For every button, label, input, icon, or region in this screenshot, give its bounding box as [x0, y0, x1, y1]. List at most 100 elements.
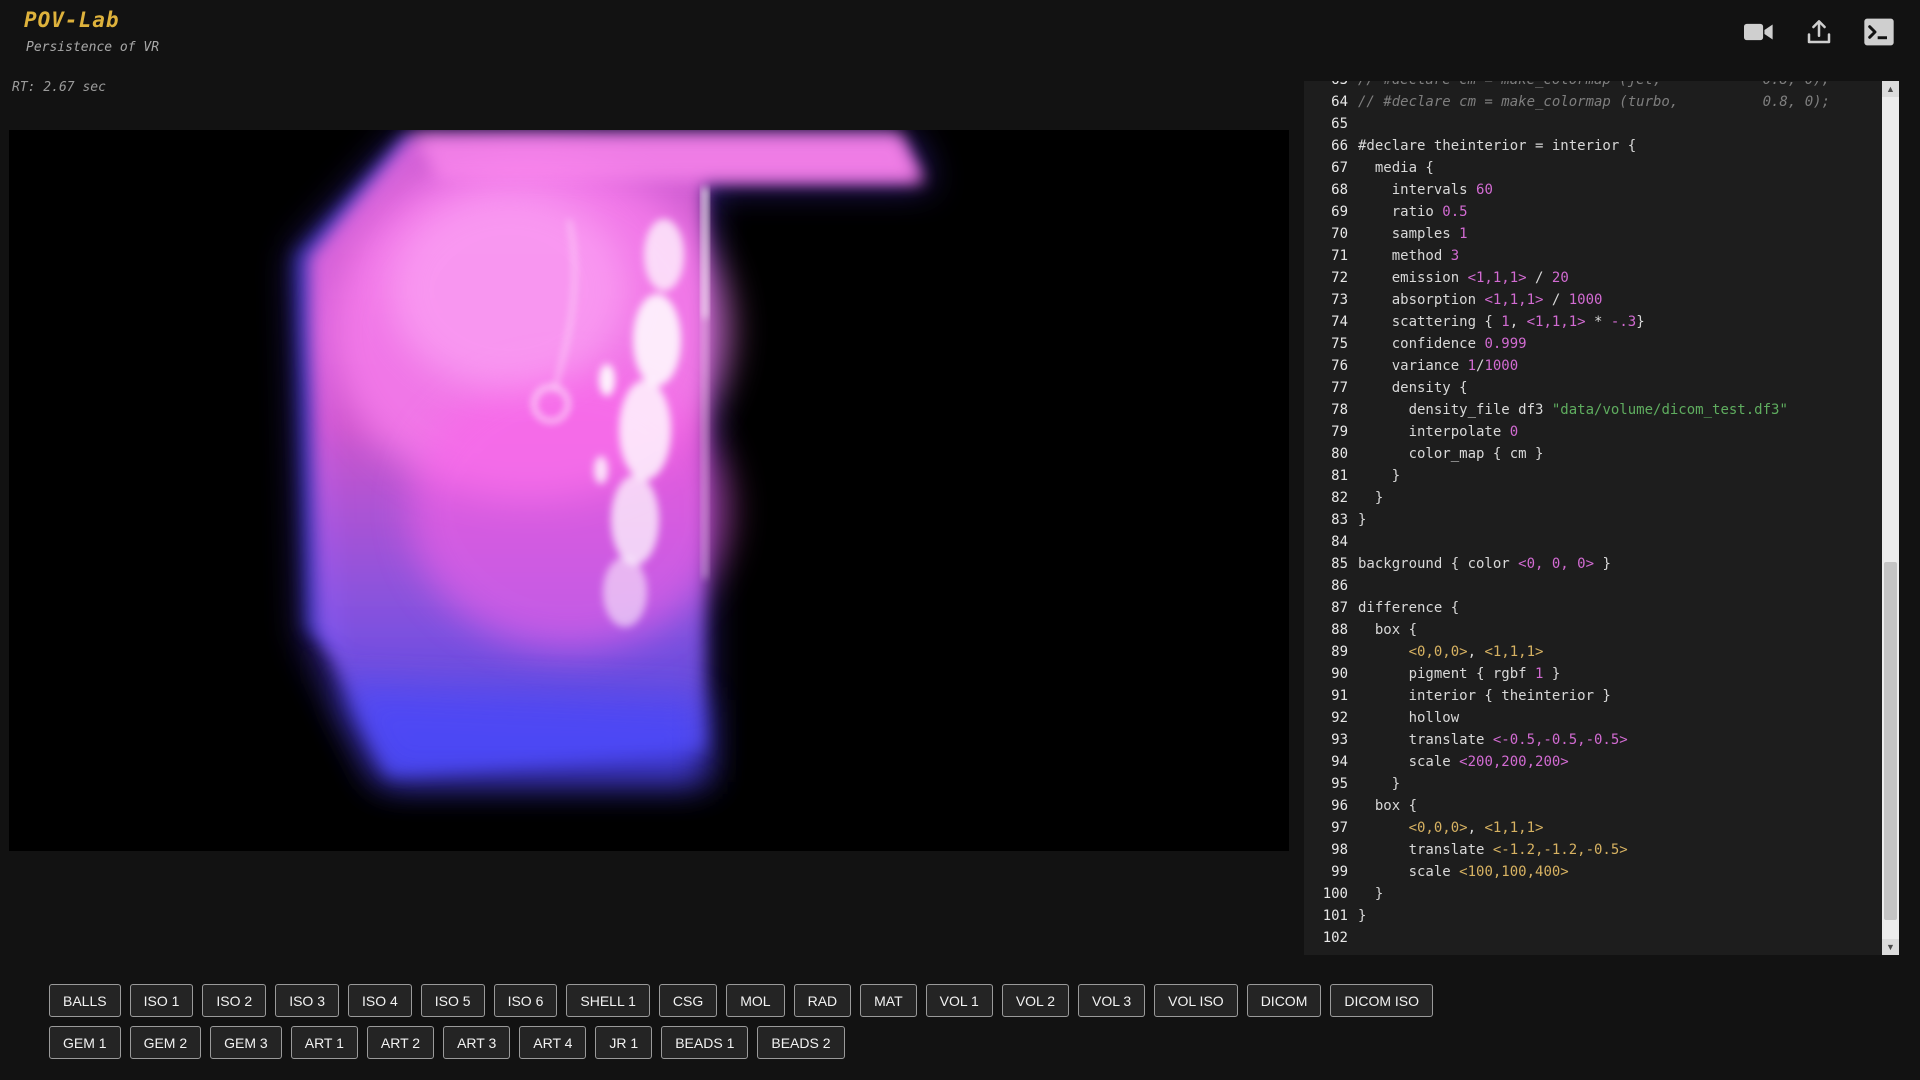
- line-number: 65: [1304, 113, 1358, 135]
- scene-button-iso-4[interactable]: ISO 4: [348, 984, 412, 1017]
- line-content: intervals 60: [1358, 179, 1493, 201]
- scene-button-art-1[interactable]: ART 1: [291, 1026, 358, 1059]
- code-line: 87difference {: [1304, 597, 1882, 619]
- line-content: box {: [1358, 619, 1417, 641]
- line-content: interior { theinterior }: [1358, 685, 1611, 707]
- line-number: 76: [1304, 355, 1358, 377]
- line-number: 99: [1304, 861, 1358, 883]
- code-line: 63// #declare cm = make_colormap (jet, 0…: [1304, 81, 1882, 91]
- scene-button-shell-1[interactable]: SHELL 1: [566, 984, 650, 1017]
- line-content: interpolate 0: [1358, 421, 1518, 443]
- scene-button-dicom-iso[interactable]: DICOM ISO: [1330, 984, 1433, 1017]
- line-number: 81: [1304, 465, 1358, 487]
- scene-button-dicom[interactable]: DICOM: [1247, 984, 1322, 1017]
- scene-button-iso-3[interactable]: ISO 3: [275, 984, 339, 1017]
- scene-button-mat[interactable]: MAT: [860, 984, 917, 1017]
- line-content: }: [1358, 465, 1400, 487]
- code-line: 102: [1304, 927, 1882, 949]
- line-content: }: [1358, 883, 1383, 905]
- line-number: 100: [1304, 883, 1358, 905]
- line-number: 87: [1304, 597, 1358, 619]
- code-line: 85background { color <0, 0, 0> }: [1304, 553, 1882, 575]
- line-content: #declare theinterior = interior {: [1358, 135, 1636, 157]
- code-line: 73 absorption <1,1,1> / 1000: [1304, 289, 1882, 311]
- code-line: 82 }: [1304, 487, 1882, 509]
- code-line: 75 confidence 0.999: [1304, 333, 1882, 355]
- line-number: 101: [1304, 905, 1358, 927]
- line-content: <0,0,0>, <1,1,1>: [1358, 641, 1543, 663]
- scene-button-art-2[interactable]: ART 2: [367, 1026, 434, 1059]
- line-content: scattering { 1, <1,1,1> * -.3}: [1358, 311, 1645, 333]
- scene-button-gem-2[interactable]: GEM 2: [130, 1026, 202, 1059]
- scrollbar-thumb[interactable]: [1884, 562, 1897, 920]
- line-number: 102: [1304, 927, 1358, 949]
- line-content: scale <100,100,400>: [1358, 861, 1569, 883]
- code-line: 70 samples 1: [1304, 223, 1882, 245]
- line-content: samples 1: [1358, 223, 1468, 245]
- line-content: translate <-1.2,-1.2,-0.5>: [1358, 839, 1628, 861]
- scene-button-iso-5[interactable]: ISO 5: [421, 984, 485, 1017]
- scene-button-gem-1[interactable]: GEM 1: [49, 1026, 121, 1059]
- line-number: 70: [1304, 223, 1358, 245]
- scene-button-art-4[interactable]: ART 4: [519, 1026, 586, 1059]
- code-line: 90 pigment { rgbf 1 }: [1304, 663, 1882, 685]
- scene-button-row-1: BALLS ISO 1ISO 2 ISO 3 ISO 4 ISO 5 ISO 6SHELL…: [49, 984, 1433, 1017]
- line-content: background { color <0, 0, 0> }: [1358, 553, 1611, 575]
- render-time-label: RT: 2.67 sec: [12, 80, 106, 95]
- code-line: 78 density_file df3 "data/volume/dicom_t…: [1304, 399, 1882, 421]
- code-line: 96 box {: [1304, 795, 1882, 817]
- scene-button-vol-3[interactable]: VOL 3: [1078, 984, 1145, 1017]
- line-number: 96: [1304, 795, 1358, 817]
- scene-button-vol-1[interactable]: VOL 1: [926, 984, 993, 1017]
- scene-button-jr-1[interactable]: JR 1: [595, 1026, 652, 1059]
- scrollbar-down-arrow-icon[interactable]: ▼: [1882, 939, 1899, 955]
- scene-button-csg[interactable]: CSG: [659, 984, 717, 1017]
- code-line: 95 }: [1304, 773, 1882, 795]
- editor-scrollbar[interactable]: ▲ ▼: [1882, 81, 1899, 955]
- code-line: 84: [1304, 531, 1882, 553]
- code-editor[interactable]: 63// #declare cm = make_colormap (jet, 0…: [1304, 81, 1899, 955]
- line-content: // #declare cm = make_colormap (turbo, 0…: [1358, 91, 1830, 113]
- code-line: 98 translate <-1.2,-1.2,-0.5>: [1304, 839, 1882, 861]
- scene-button-vol-2[interactable]: VOL 2: [1002, 984, 1069, 1017]
- code-line: 74 scattering { 1, <1,1,1> * -.3}: [1304, 311, 1882, 333]
- export-button[interactable]: [1800, 16, 1838, 52]
- header-toolbar: [1740, 16, 1898, 52]
- code-line: 77 density {: [1304, 377, 1882, 399]
- code-line: 76 variance 1/1000: [1304, 355, 1882, 377]
- line-number: 90: [1304, 663, 1358, 685]
- code-line: 68 intervals 60: [1304, 179, 1882, 201]
- scene-button-gem-3[interactable]: GEM 3: [210, 1026, 282, 1059]
- line-content: color_map { cm }: [1358, 443, 1543, 465]
- line-number: 97: [1304, 817, 1358, 839]
- line-content: density_file df3 "data/volume/dicom_test…: [1358, 399, 1788, 421]
- scrollbar-up-arrow-icon[interactable]: ▲: [1882, 81, 1899, 97]
- scene-button-rad[interactable]: RAD: [794, 984, 852, 1017]
- code-line: 65: [1304, 113, 1882, 135]
- scene-button-beads-2[interactable]: BEADS 2: [757, 1026, 844, 1059]
- scene-button-art-3[interactable]: ART 3: [443, 1026, 510, 1059]
- scene-button-iso-1[interactable]: ISO 1: [130, 984, 194, 1017]
- code-line: 100 }: [1304, 883, 1882, 905]
- line-number: 92: [1304, 707, 1358, 729]
- record-video-button[interactable]: [1740, 16, 1778, 52]
- scene-button-balls[interactable]: BALLS: [49, 984, 121, 1017]
- code-line: 97 <0,0,0>, <1,1,1>: [1304, 817, 1882, 839]
- line-content: confidence 0.999: [1358, 333, 1527, 355]
- code-line: 89 <0,0,0>, <1,1,1>: [1304, 641, 1882, 663]
- app-title: POV-Lab: [24, 8, 120, 32]
- scene-button-beads-1[interactable]: BEADS 1: [661, 1026, 748, 1059]
- line-number: 64: [1304, 91, 1358, 113]
- scene-button-row-2: GEM 1 GEM 2GEM 3 ART 1 ART 2 ART 3 ART 4 JR 1 B…: [49, 1026, 1433, 1059]
- code-line: 80 color_map { cm }: [1304, 443, 1882, 465]
- scene-button-iso-6[interactable]: ISO 6: [494, 984, 558, 1017]
- scene-button-iso-2[interactable]: ISO 2: [202, 984, 266, 1017]
- line-content: hollow: [1358, 707, 1459, 729]
- code-line: 64// #declare cm = make_colormap (turbo,…: [1304, 91, 1882, 113]
- line-content: absorption <1,1,1> / 1000: [1358, 289, 1602, 311]
- terminal-button[interactable]: [1860, 16, 1898, 52]
- scene-button-vol-iso[interactable]: VOL ISO: [1154, 984, 1238, 1017]
- line-number: 88: [1304, 619, 1358, 641]
- app-subtitle: Persistence of VR: [26, 40, 159, 55]
- scene-button-mol[interactable]: MOL: [726, 984, 784, 1017]
